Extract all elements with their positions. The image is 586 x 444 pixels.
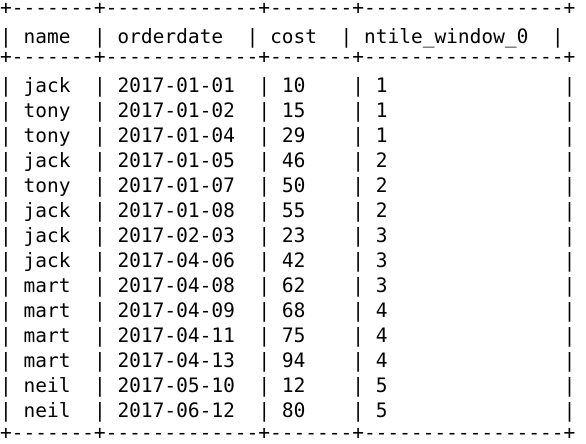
cell-cost: 23 (281, 224, 306, 247)
cell-orderdate: 2017-04-06 (117, 249, 235, 272)
cell-orderdate: 2017-04-13 (117, 349, 235, 372)
cell-orderdate: 2017-04-08 (117, 274, 235, 297)
table-row: | mart | 2017-04-11 | 75 | 4 | (0, 324, 576, 347)
cell-orderdate: 2017-01-04 (117, 124, 235, 147)
cell-orderdate: 2017-01-02 (117, 99, 235, 122)
table-row: | tony | 2017-01-04 | 29 | 1 | (0, 124, 576, 147)
cell-name: jack (23, 224, 71, 247)
cell-name: tony (23, 174, 71, 197)
table-row: | jack | 2017-01-08 | 55 | 2 | (0, 199, 576, 222)
cell-name: neil (23, 374, 71, 397)
cell-name: jack (23, 249, 71, 272)
cell-name: tony (23, 124, 71, 147)
cell-name: neil (23, 399, 71, 422)
cell-name: mart (23, 349, 71, 372)
cell-cost: 80 (281, 399, 306, 422)
cell-orderdate: 2017-05-10 (117, 374, 235, 397)
cell-ntile: 4 (375, 324, 388, 347)
cell-orderdate: 2017-01-07 (117, 174, 235, 197)
cell-cost: 75 (281, 324, 306, 347)
cell-cost: 50 (281, 174, 306, 197)
cell-orderdate: 2017-02-03 (117, 224, 235, 247)
table-header-border: +-------+-------------+-------+---------… (0, 45, 576, 68)
table-bottom-border: +-------+-------------+-------+---------… (0, 421, 576, 444)
cell-ntile: 4 (375, 349, 388, 372)
cell-ntile: 2 (375, 199, 388, 222)
cell-cost: 12 (281, 374, 306, 397)
cell-cost: 62 (281, 274, 306, 297)
cell-ntile: 4 (375, 299, 388, 322)
cell-ntile: 1 (375, 124, 388, 147)
cell-name: mart (23, 274, 71, 297)
cell-ntile: 3 (375, 274, 388, 297)
cell-cost: 46 (281, 149, 306, 172)
table-row: | mart | 2017-04-13 | 94 | 4 | (0, 349, 576, 372)
cell-orderdate: 2017-06-12 (117, 399, 235, 422)
cell-orderdate: 2017-01-01 (117, 74, 235, 97)
cell-cost: 94 (281, 349, 306, 372)
cell-orderdate: 2017-01-05 (117, 149, 235, 172)
table-row: | jack | 2017-01-05 | 46 | 2 | (0, 149, 576, 172)
cell-ntile: 2 (375, 149, 388, 172)
cell-cost: 29 (281, 124, 306, 147)
cell-orderdate: 2017-01-08 (117, 199, 235, 222)
cell-ntile: 2 (375, 174, 388, 197)
table-row: | neil | 2017-06-12 | 80 | 5 | (0, 399, 576, 422)
table-row: | jack | 2017-04-06 | 42 | 3 | (0, 249, 576, 272)
table-row: | jack | 2017-02-03 | 23 | 3 | (0, 224, 576, 247)
cell-name: mart (23, 324, 71, 347)
cell-ntile: 1 (375, 74, 388, 97)
table-row: | tony | 2017-01-02 | 15 | 1 | (0, 99, 576, 122)
cell-ntile: 1 (375, 99, 388, 122)
table-top-border: +-------+-------------+-------+---------… (0, 0, 576, 19)
cell-ntile: 3 (375, 249, 388, 272)
table-row: | mart | 2017-04-09 | 68 | 4 | (0, 299, 576, 322)
cell-ntile: 3 (375, 224, 388, 247)
cell-name: jack (23, 149, 71, 172)
cell-cost: 15 (281, 99, 306, 122)
table-row: | tony | 2017-01-07 | 50 | 2 | (0, 174, 576, 197)
cell-cost: 55 (281, 199, 306, 222)
table-row: | neil | 2017-05-10 | 12 | 5 | (0, 374, 576, 397)
cell-orderdate: 2017-04-09 (117, 299, 235, 322)
cell-ntile: 5 (375, 399, 388, 422)
table-row: | mart | 2017-04-08 | 62 | 3 | (0, 274, 576, 297)
query-result-table: +-------+-------------+-------+---------… (0, 0, 586, 444)
cell-name: tony (23, 99, 71, 122)
cell-ntile: 5 (375, 374, 388, 397)
cell-orderdate: 2017-04-11 (117, 324, 235, 347)
cell-name: jack (23, 199, 71, 222)
cell-cost: 10 (281, 74, 306, 97)
cell-cost: 68 (281, 299, 306, 322)
cell-name: jack (23, 74, 71, 97)
cell-cost: 42 (281, 249, 306, 272)
cell-name: mart (23, 299, 71, 322)
table-row: | jack | 2017-01-01 | 10 | 1 | (0, 74, 576, 97)
